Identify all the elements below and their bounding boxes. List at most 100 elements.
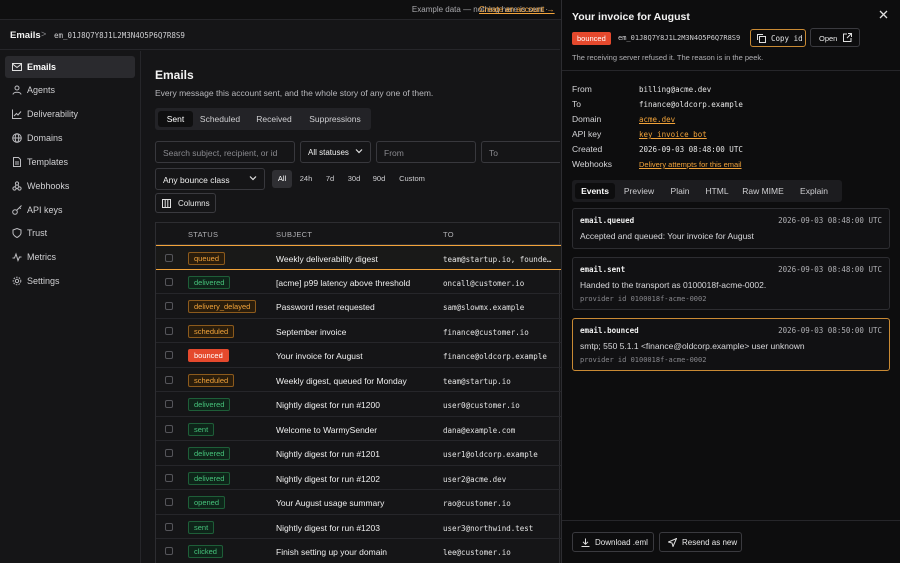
table-row[interactable]: opened Your August usage summary rao@custo…: [156, 490, 561, 515]
copy-icon: [757, 34, 766, 43]
table-row[interactable]: delivery_delayed Password reset requested…: [156, 294, 561, 319]
meta-label: Created: [572, 144, 603, 154]
copy-id-button[interactable]: Copy id: [750, 29, 806, 47]
row-checkbox[interactable]: [165, 400, 173, 408]
event-name: email.sent: [580, 265, 626, 274]
status-badge: sent: [188, 520, 215, 534]
sidebar-item-domains[interactable]: Domains: [5, 127, 135, 149]
tab-raw-mime[interactable]: Raw MIME: [738, 183, 788, 199]
row-checkbox[interactable]: [165, 424, 173, 433]
tab-events[interactable]: Events: [575, 183, 615, 199]
sidebar-item-agents[interactable]: Agents: [5, 79, 135, 101]
event-name: email.queued: [580, 216, 635, 225]
columns-button[interactable]: Columns: [155, 193, 216, 213]
event-card: email.queued 2026-09-03 08:48:00 UTC Acc…: [572, 208, 890, 249]
event-time: 2026-09-03 08:50:00 UTC: [778, 326, 882, 335]
columns-icon: [162, 199, 171, 208]
meta-value[interactable]: acme.dev: [639, 115, 675, 124]
table-row[interactable]: sent Nightly digest for run #1203 user3@no…: [156, 515, 561, 539]
tab-plain[interactable]: Plain: [662, 183, 698, 199]
status-select[interactable]: All statuses: [300, 141, 371, 163]
column-header-subject: SUBJECT: [276, 230, 313, 239]
row-recipient: sam@slowmx.example: [443, 303, 525, 312]
range-30d[interactable]: 30d: [343, 170, 365, 188]
to-date-input[interactable]: To: [481, 141, 560, 163]
row-subject: September invoice: [276, 326, 347, 337]
range-90d[interactable]: 90d: [368, 170, 390, 188]
event-message: Accepted and queued: Your invoice for Au…: [580, 231, 754, 241]
row-checkbox[interactable]: [165, 498, 173, 506]
table-row[interactable]: scheduled September invoice finance@custom…: [156, 319, 561, 343]
sidebar-item-label: Emails: [27, 62, 57, 72]
row-subject: Your invoice for August: [276, 351, 363, 361]
tab-received[interactable]: Received: [249, 111, 299, 127]
tab-explain[interactable]: Explain: [792, 183, 836, 199]
resend-button[interactable]: Resend as new: [659, 532, 742, 552]
range-custom[interactable]: Custom: [393, 170, 431, 188]
row-checkbox[interactable]: [165, 351, 173, 359]
table-row[interactable]: sent Welcome to WarmySender dana@example.c…: [156, 417, 561, 441]
row-checkbox[interactable]: [165, 254, 173, 262]
row-checkbox[interactable]: [165, 522, 173, 531]
tab-preview[interactable]: Preview: [618, 183, 660, 199]
table-row[interactable]: delivered Nightly digest for run #1201 use…: [156, 441, 561, 466]
row-recipient: finance@customer.io: [443, 327, 529, 337]
resend-label: Resend as new: [682, 538, 738, 547]
table-row[interactable]: delivered Nightly digest for run #1200 use…: [156, 392, 561, 417]
close-icon[interactable]: [879, 10, 888, 19]
search-input[interactable]: Search subject, recipient, or id: [155, 141, 295, 163]
from-date-input[interactable]: From: [376, 141, 476, 163]
status-badge: sent: [188, 422, 215, 436]
sidebar-item-trust[interactable]: Trust: [5, 222, 135, 244]
tab-scheduled[interactable]: Scheduled: [195, 111, 245, 127]
row-checkbox[interactable]: [165, 326, 173, 335]
sidebar-item-metrics[interactable]: Metrics: [5, 246, 135, 268]
row-recipient: finance@oldcorp.example: [443, 352, 547, 361]
row-checkbox[interactable]: [165, 375, 173, 384]
tab-suppressions[interactable]: Suppressions: [302, 111, 368, 127]
tab-html[interactable]: HTML: [700, 183, 734, 199]
sidebar-item-webhooks[interactable]: Webhooks: [5, 175, 135, 197]
meta-label: To: [572, 99, 581, 109]
range-7d[interactable]: 7d: [320, 170, 340, 188]
meta-value[interactable]: key_invoice_bot: [639, 130, 707, 139]
download-eml-button[interactable]: Download .eml: [572, 532, 654, 552]
sidebar-item-label: Webhooks: [27, 181, 70, 191]
page-title: Emails: [155, 68, 194, 82]
row-checkbox[interactable]: [165, 547, 173, 555]
table-row[interactable]: queued Weekly deliverability digest team@s…: [156, 245, 561, 270]
bounce-select-value: Any bounce class: [163, 175, 230, 185]
sidebar-item-api-keys[interactable]: API keys: [5, 199, 135, 221]
emails-table: STATUS SUBJECT TO queued Weekly deliverab…: [155, 222, 561, 563]
create-account-link[interactable]: Create an account →: [479, 5, 555, 14]
sidebar-item-templates[interactable]: Templates: [5, 151, 135, 173]
bounce-class-select[interactable]: Any bounce class: [155, 168, 265, 190]
table-row[interactable]: scheduled Weekly digest, queued for Monda…: [156, 368, 561, 392]
row-subject: [acme] p99 latency above threshold: [276, 277, 411, 288]
breadcrumb-emails[interactable]: Emails: [10, 30, 41, 41]
table-row[interactable]: delivered [acme] p99 latency above thresh…: [156, 270, 561, 294]
from-placeholder: From: [384, 148, 404, 158]
tab-sent[interactable]: Sent: [158, 111, 193, 127]
meta-value[interactable]: Delivery attempts for this email: [639, 160, 742, 169]
meta-label: Webhooks: [572, 159, 613, 169]
table-row[interactable]: delivered Nightly digest for run #1202 use…: [156, 466, 561, 490]
table-row[interactable]: clicked Finish setting up your domain lee@…: [156, 539, 561, 563]
open-button[interactable]: Open: [810, 28, 860, 47]
row-checkbox[interactable]: [165, 449, 173, 457]
sidebar-item-emails[interactable]: Emails: [5, 56, 135, 78]
row-recipient: dana@example.com: [443, 425, 516, 435]
sidebar-item-settings[interactable]: Settings: [5, 270, 135, 292]
sidebar-item-label: Metrics: [27, 252, 56, 262]
range-all[interactable]: All: [272, 170, 292, 188]
sidebar-item-deliverability[interactable]: Deliverability: [5, 103, 135, 125]
table-header: STATUS SUBJECT TO: [156, 223, 561, 245]
row-checkbox[interactable]: [165, 473, 173, 482]
range-24h[interactable]: 24h: [295, 170, 317, 188]
row-subject: Weekly deliverability digest: [276, 254, 378, 264]
event-name: email.bounced: [580, 326, 639, 335]
row-checkbox[interactable]: [165, 302, 173, 310]
row-subject: Your August usage summary: [276, 498, 385, 508]
row-checkbox[interactable]: [165, 277, 173, 286]
table-row[interactable]: bounced Your invoice for August finance@ol…: [156, 343, 561, 368]
